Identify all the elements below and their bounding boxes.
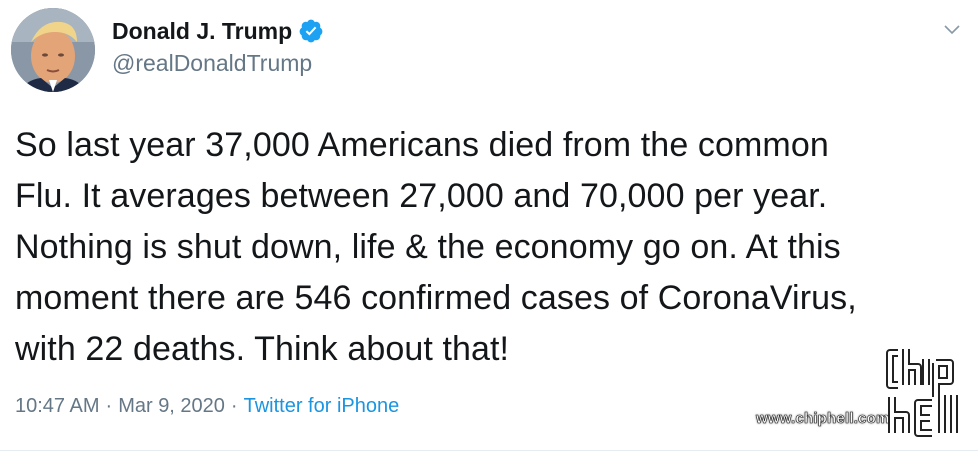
chevron-down-icon[interactable] — [941, 18, 963, 40]
verified-badge-icon — [298, 18, 324, 44]
tweet-card: Donald J. Trump @realDonaldTrump So last… — [0, 0, 978, 453]
author-block: Donald J. Trump @realDonaldTrump — [112, 15, 324, 77]
meta-separator: · — [230, 395, 238, 417]
tweet-meta: 10:47 AM · Mar 9, 2020 · Twitter for iPh… — [15, 395, 399, 418]
tweet-source-link[interactable]: Twitter for iPhone — [244, 395, 400, 418]
divider — [0, 450, 978, 451]
tweet-text-line: Nothing is shut down, life & the economy… — [15, 228, 841, 266]
tweet-text-line: So last year 37,000 Americans died from … — [15, 126, 829, 164]
chiphell-logo-icon — [886, 349, 958, 437]
meta-separator: · — [105, 395, 113, 417]
display-name[interactable]: Donald J. Trump — [112, 18, 292, 45]
tweet-time[interactable]: 10:47 AM — [15, 395, 100, 418]
site-watermark: www.chiphell.com — [756, 345, 966, 445]
tweet-text: So last year 37,000 Americans died from … — [15, 120, 975, 375]
author-handle[interactable]: @realDonaldTrump — [112, 50, 324, 77]
profile-photo-icon — [11, 8, 95, 92]
tweet-date[interactable]: Mar 9, 2020 — [118, 395, 225, 418]
avatar[interactable] — [11, 8, 95, 92]
display-name-row: Donald J. Trump — [112, 15, 324, 47]
tweet-text-line: moment there are 546 confirmed cases of … — [15, 279, 857, 317]
watermark-url: www.chiphell.com — [756, 410, 890, 428]
tweet-text-line: Flu. It averages between 27,000 and 70,0… — [15, 177, 828, 215]
